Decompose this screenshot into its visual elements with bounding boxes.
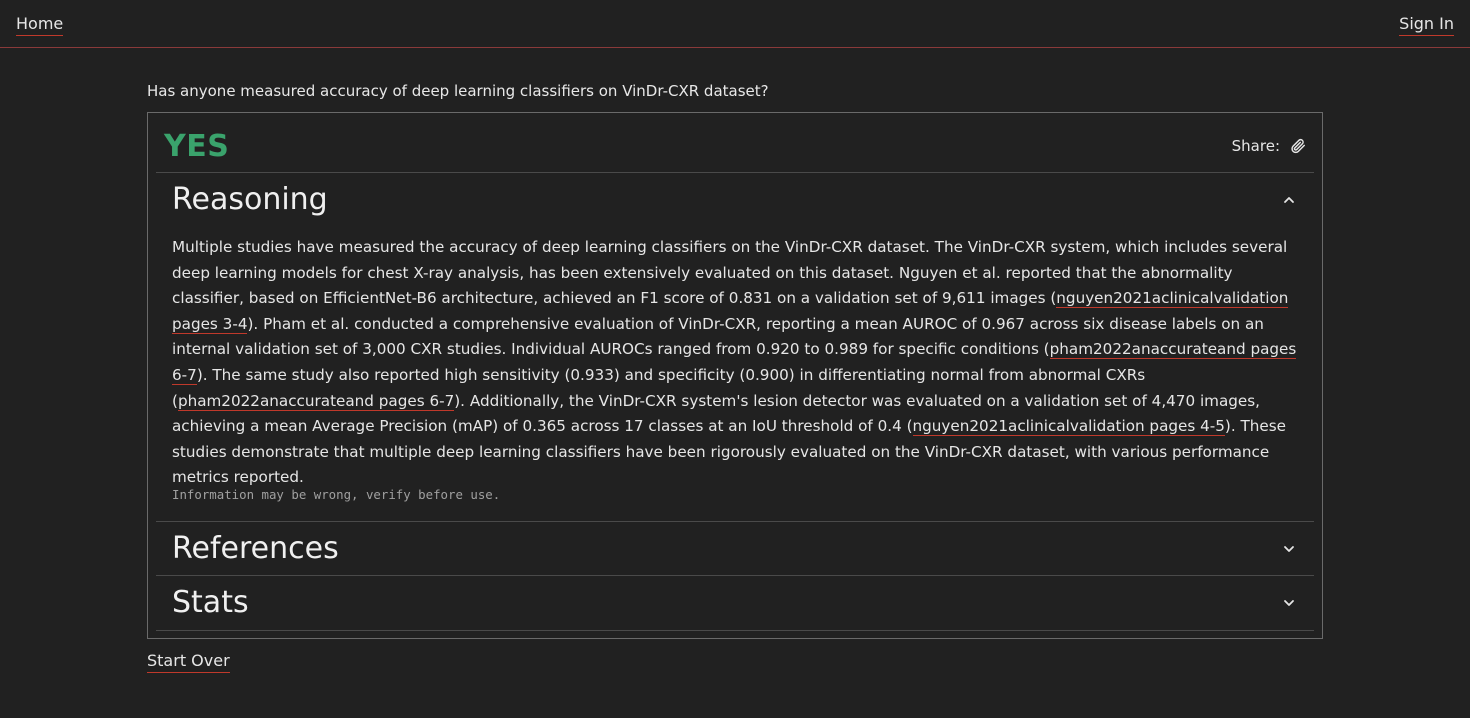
references-title: References [172,531,339,566]
references-section: References [156,521,1314,576]
citation-link[interactable]: pham2022anaccurateand pages 6-7 [177,391,455,411]
question-text: Has anyone measured accuracy of deep lea… [147,82,769,100]
reasoning-header[interactable]: Reasoning [156,173,1314,227]
share-label: Share: [1231,137,1280,155]
chevron-down-icon[interactable] [1282,596,1296,610]
top-nav-bar: Home Sign In [0,0,1470,48]
stats-section: Stats [156,575,1314,631]
references-header[interactable]: References [156,522,1314,576]
sign-in-link[interactable]: Sign In [1399,13,1454,36]
home-link[interactable]: Home [16,13,64,36]
share-control: Share: [1232,136,1306,156]
answer-verdict: YES [164,129,230,164]
reasoning-title: Reasoning [172,182,328,217]
paperclip-icon[interactable] [1290,138,1306,154]
reasoning-section: Reasoning Multiple studies have measured… [156,172,1314,521]
answer-card: YES Share: Reasoning Multiple studies ha… [147,112,1323,639]
stats-title: Stats [172,585,249,620]
disclaimer-text: Information may be wrong, verify before … [172,487,501,502]
citation-link[interactable]: nguyen2021aclinicalvalidation pages 4-5 [912,417,1225,437]
reasoning-body: Multiple studies have measured the accur… [172,235,1302,491]
stats-header[interactable]: Stats [156,576,1314,630]
chevron-up-icon[interactable] [1282,193,1296,207]
chevron-down-icon[interactable] [1282,542,1296,556]
start-over-link[interactable]: Start Over [147,650,230,673]
